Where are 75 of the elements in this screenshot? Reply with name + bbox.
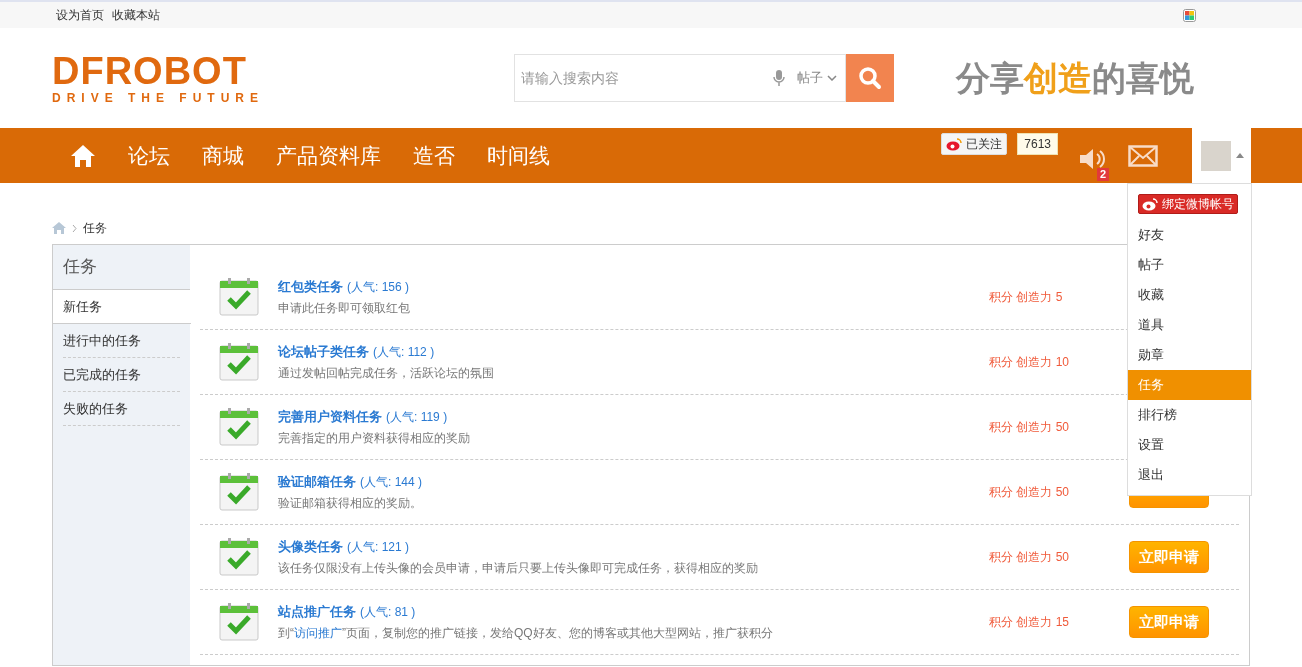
top-link[interactable]: 收藏本站	[112, 6, 160, 24]
microphone-icon[interactable]	[773, 70, 785, 86]
breadcrumb-current: 任务	[83, 220, 107, 237]
home-icon[interactable]	[70, 143, 96, 168]
task-description: 申请此任务即可领取红包	[278, 299, 411, 317]
search-scope-dropdown[interactable]: 帖子	[797, 68, 837, 88]
calendar-check-icon	[217, 405, 261, 449]
popularity-count: (人气: 81 )	[360, 604, 416, 622]
chevron-down-icon	[827, 75, 837, 81]
menu-item[interactable]: 帖子	[1128, 250, 1251, 280]
slogan: 分享创造的喜悦	[956, 57, 1194, 99]
task-title-link[interactable]: 验证邮箱任务	[278, 472, 356, 492]
color-palette-icon[interactable]	[1183, 8, 1196, 22]
reward-text: 积分 创造力 15	[989, 614, 1070, 631]
search-field[interactable]: 请输入搜索内容 帖子	[514, 54, 846, 102]
calendar-check-icon	[217, 470, 261, 514]
reward-text: 积分 创造力 10	[989, 354, 1070, 371]
bind-weibo-button[interactable]: 绑定微博帐号	[1138, 194, 1238, 214]
user-menu-toggle[interactable]	[1192, 128, 1251, 183]
popularity-count: (人气: 144 )	[360, 474, 422, 492]
task-description: 通过发帖回帖完成任务，活跃论坛的氛围	[278, 364, 495, 382]
nav-link[interactable]: 论坛	[128, 139, 170, 172]
speaker-icon[interactable]	[1078, 147, 1106, 170]
reward-text: 积分 创造力 5	[989, 289, 1064, 306]
sidebar-item[interactable]: 失败的任务	[63, 392, 180, 426]
promo-link[interactable]: 访问推广	[294, 625, 342, 640]
calendar-check-icon	[217, 275, 261, 319]
sidebar-item[interactable]: 已完成的任务	[63, 358, 180, 392]
nav-link[interactable]: 商城	[202, 139, 244, 172]
weibo-follow-button[interactable]: 已关注	[941, 133, 1008, 155]
task-title-link[interactable]: 红包类任务	[278, 277, 343, 297]
sidebar-item[interactable]: 进行中的任务	[63, 324, 180, 358]
popularity-count: (人气: 119 )	[386, 409, 448, 427]
chevron-right-icon	[72, 223, 77, 233]
weibo-icon	[1142, 197, 1158, 211]
task-description: 完善指定的用户资料获得相应的奖励	[278, 429, 471, 447]
sidebar-item[interactable]: 新任务	[53, 290, 191, 324]
task-title-link[interactable]: 站点推广任务	[278, 602, 356, 622]
menu-item[interactable]: 任务	[1128, 370, 1251, 400]
task-description: 验证邮箱获得相应的奖励。	[278, 494, 423, 512]
nav-link[interactable]: 产品资料库	[276, 139, 381, 172]
top-link[interactable]: 设为首页	[56, 6, 104, 24]
popularity-count: (人气: 156 )	[347, 279, 409, 297]
nav-link[interactable]: 造否	[413, 139, 455, 172]
notification-badge: 2	[1097, 167, 1110, 181]
caret-up-icon	[1236, 153, 1244, 158]
popularity-count: (人气: 112 )	[373, 344, 435, 362]
logo[interactable]: DFROBOT DRIVE THE FUTURE	[52, 52, 286, 104]
weibo-icon	[946, 137, 963, 151]
menu-item[interactable]: 设置	[1128, 430, 1251, 460]
calendar-check-icon	[217, 340, 261, 384]
task-title-link[interactable]: 论坛帖子类任务	[278, 342, 369, 362]
task-description: 到“访问推广”页面，复制您的推广链接，发给QQ好友、您的博客或其他大型网站，推广获积分	[278, 624, 774, 642]
task-title-link[interactable]: 头像类任务	[278, 537, 343, 557]
task-description: 该任务仅限没有上传头像的会员申请，申请后只要上传头像即可完成任务，获得相应的奖励	[278, 559, 759, 577]
menu-item[interactable]: 好友	[1128, 220, 1251, 250]
avatar	[1201, 140, 1231, 171]
follower-count: 7613	[1017, 133, 1058, 155]
reward-text: 积分 创造力 50	[989, 419, 1070, 436]
search-icon	[858, 66, 882, 90]
menu-item[interactable]: 收藏	[1128, 280, 1251, 310]
menu-item[interactable]: 排行榜	[1128, 400, 1251, 430]
calendar-check-icon	[217, 600, 261, 644]
calendar-check-icon	[217, 535, 261, 579]
mail-icon[interactable]	[1128, 144, 1158, 167]
menu-item[interactable]: 勋章	[1128, 340, 1251, 370]
reward-text: 积分 创造力 50	[989, 549, 1070, 566]
popularity-count: (人气: 121 )	[347, 539, 409, 557]
nav-link[interactable]: 时间线	[487, 139, 550, 172]
search-button[interactable]	[846, 54, 894, 102]
task-title-link[interactable]: 完善用户资料任务	[278, 407, 382, 427]
menu-item[interactable]: 退出	[1128, 460, 1251, 490]
reward-text: 积分 创造力 50	[989, 484, 1070, 501]
menu-item[interactable]: 道具	[1128, 310, 1251, 340]
home-icon[interactable]	[52, 222, 66, 234]
